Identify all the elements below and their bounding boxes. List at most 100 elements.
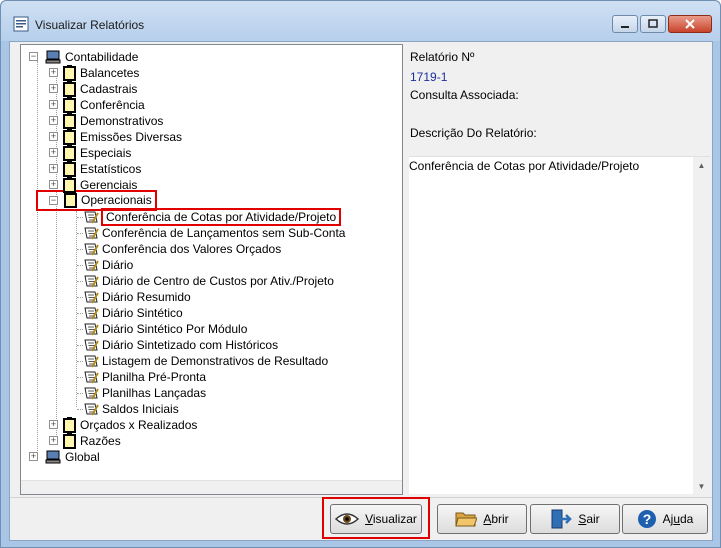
tree-node-folder[interactable]: + Demonstrativos	[49, 112, 164, 129]
expand-toggle[interactable]: +	[49, 436, 58, 445]
tree-node-report[interactable]: Conferência dos Valores Orçados	[77, 241, 282, 257]
tree-node-operacionais[interactable]: − Operacionais	[36, 189, 157, 211]
report-label: Diário de Centro de Custos por Ativ./Pro…	[102, 274, 334, 288]
abrir-label-rest: brir	[491, 512, 509, 526]
ajuda-label-rest: da	[680, 512, 694, 526]
clipboard-folder-icon	[63, 144, 76, 161]
report-pen-icon	[84, 307, 99, 320]
folder-label: Razões	[80, 434, 121, 448]
report-label: Diário Sintetizado com Históricos	[102, 338, 279, 352]
tree-node-folder[interactable]: + Conferência	[49, 96, 146, 113]
tree-node-report[interactable]: Conferência de Lançamentos sem Sub-Conta	[77, 225, 346, 241]
report-viewer-window: Visualizar Relatórios − Contabilidade − …	[0, 0, 721, 548]
caption-buttons	[612, 15, 712, 33]
expand-toggle[interactable]: +	[49, 116, 58, 125]
scroll-up-icon[interactable]: ▲	[697, 161, 706, 170]
expand-toggle[interactable]: +	[49, 100, 58, 109]
report-pen-icon	[84, 227, 99, 240]
report-pen-icon	[84, 355, 99, 368]
tree-node-folder[interactable]: + Balancetes	[49, 64, 140, 81]
expand-toggle[interactable]: +	[49, 84, 58, 93]
tree-guide-line	[37, 61, 38, 457]
tree-connector	[77, 233, 83, 234]
tree-node-report[interactable]: Planilha Pré-Pronta	[77, 369, 207, 385]
clipboard-folder-icon	[63, 112, 76, 129]
tree-node-folder[interactable]: + Orçados x Realizados	[49, 416, 198, 433]
maximize-button[interactable]	[640, 15, 666, 33]
tree-node-report[interactable]: Diário Sintético	[77, 305, 184, 321]
ajuda-label-accel: u	[673, 512, 680, 526]
tree-node-global[interactable]: + Global	[29, 449, 101, 465]
tree-node-report[interactable]: Listagem de Demonstrativos de Resultado	[77, 353, 329, 369]
report-label: Diário Resumido	[102, 290, 191, 304]
report-tree[interactable]: − Contabilidade − Operacionais + Global …	[21, 45, 402, 481]
tree-node-report[interactable]: Planilhas Lançadas	[77, 385, 207, 401]
tree-node-folder[interactable]: + Razões	[49, 432, 122, 449]
expand-toggle[interactable]: +	[49, 420, 58, 429]
expand-toggle[interactable]: +	[29, 452, 38, 461]
open-folder-icon	[455, 512, 478, 527]
ajuda-button[interactable]: ? Ajuda	[622, 504, 708, 534]
expand-toggle[interactable]: +	[49, 68, 58, 77]
computer-icon	[45, 450, 61, 464]
visualizar-label-accel: V	[365, 512, 373, 526]
report-label: Saldos Iniciais	[102, 402, 179, 416]
tree-connector	[77, 329, 83, 330]
tree-node-report[interactable]: Saldos Iniciais	[77, 401, 180, 417]
expand-toggle[interactable]: +	[49, 148, 58, 157]
report-number-label: Relatório Nº	[410, 50, 475, 64]
clipboard-folder-icon	[63, 432, 76, 449]
visualizar-label: Visualizar	[365, 512, 417, 526]
tree-node-report[interactable]: Diário de Centro de Custos por Ativ./Pro…	[77, 273, 335, 289]
tree-node-folder[interactable]: + Gerenciais	[49, 176, 138, 193]
horizontal-scrollbar[interactable]	[21, 480, 402, 494]
close-button[interactable]	[668, 15, 712, 33]
report-pen-icon	[84, 387, 99, 400]
tree-node-report[interactable]: Diário Sintético Por Módulo	[77, 321, 248, 337]
abrir-label: Abrir	[483, 512, 508, 526]
clipboard-folder-icon	[63, 64, 76, 81]
tree-node-report[interactable]: Diário Sintetizado com Históricos	[77, 337, 279, 353]
folder-label: Balancetes	[80, 66, 140, 80]
minimize-button[interactable]	[612, 15, 638, 33]
description-text: Conferência de Cotas por Atividade/Proje…	[409, 159, 640, 173]
tree-node-report[interactable]: Diário Resumido	[77, 289, 192, 305]
report-pen-icon	[84, 403, 99, 416]
report-info-panel: Relatório Nº 1719-1 Consulta Associada: …	[409, 44, 710, 495]
ajuda-label-pre: Aj	[662, 512, 674, 526]
folder-label: Especiais	[80, 146, 132, 160]
client-area: − Contabilidade − Operacionais + Global …	[9, 41, 713, 541]
report-label: Conferência de Lançamentos sem Sub-Conta	[102, 226, 346, 240]
report-tree-panel[interactable]: − Contabilidade − Operacionais + Global …	[20, 44, 403, 495]
scroll-down-icon[interactable]: ▼	[697, 482, 706, 491]
vertical-scrollbar[interactable]: ▲ ▼	[693, 157, 710, 495]
tree-node-report[interactable]: Conferência de Cotas por Atividade/Proje…	[77, 208, 342, 226]
tree-node-folder[interactable]: + Cadastrais	[49, 80, 138, 97]
report-pen-icon	[84, 323, 99, 336]
description-box[interactable]: Conferência de Cotas por Atividade/Proje…	[409, 156, 710, 495]
sair-button[interactable]: Sair	[530, 504, 620, 534]
expand-toggle[interactable]: +	[49, 132, 58, 141]
report-pen-icon	[84, 371, 99, 384]
tree-node-folder[interactable]: + Emissões Diversas	[49, 128, 183, 145]
report-label: Diário Sintético	[102, 306, 183, 320]
visualizar-button[interactable]: Visualizar	[330, 504, 422, 534]
sair-label: Sair	[578, 512, 599, 526]
expand-toggle[interactable]: +	[49, 164, 58, 173]
tree-node-folder[interactable]: + Especiais	[49, 144, 132, 161]
abrir-button[interactable]: Abrir	[437, 504, 527, 534]
tree-node-report[interactable]: Diário	[77, 257, 134, 273]
report-label: Diário	[102, 258, 134, 272]
clipboard-folder-icon	[63, 416, 76, 433]
title-bar: Visualizar Relatórios	[1, 1, 720, 41]
clipboard-folder-icon	[64, 191, 77, 208]
tree-connector	[77, 313, 83, 314]
svg-text:?: ?	[642, 511, 651, 527]
report-label: Planilha Pré-Pronta	[102, 370, 207, 384]
collapse-toggle[interactable]: −	[29, 52, 38, 61]
tree-node-folder[interactable]: + Estatísticos	[49, 160, 142, 177]
expand-toggle[interactable]: +	[49, 180, 58, 189]
report-label: Conferência de Cotas por Atividade/Proje…	[101, 208, 342, 226]
clipboard-folder-icon	[63, 96, 76, 113]
tree-node-contabilidade[interactable]: − Contabilidade	[29, 49, 139, 65]
